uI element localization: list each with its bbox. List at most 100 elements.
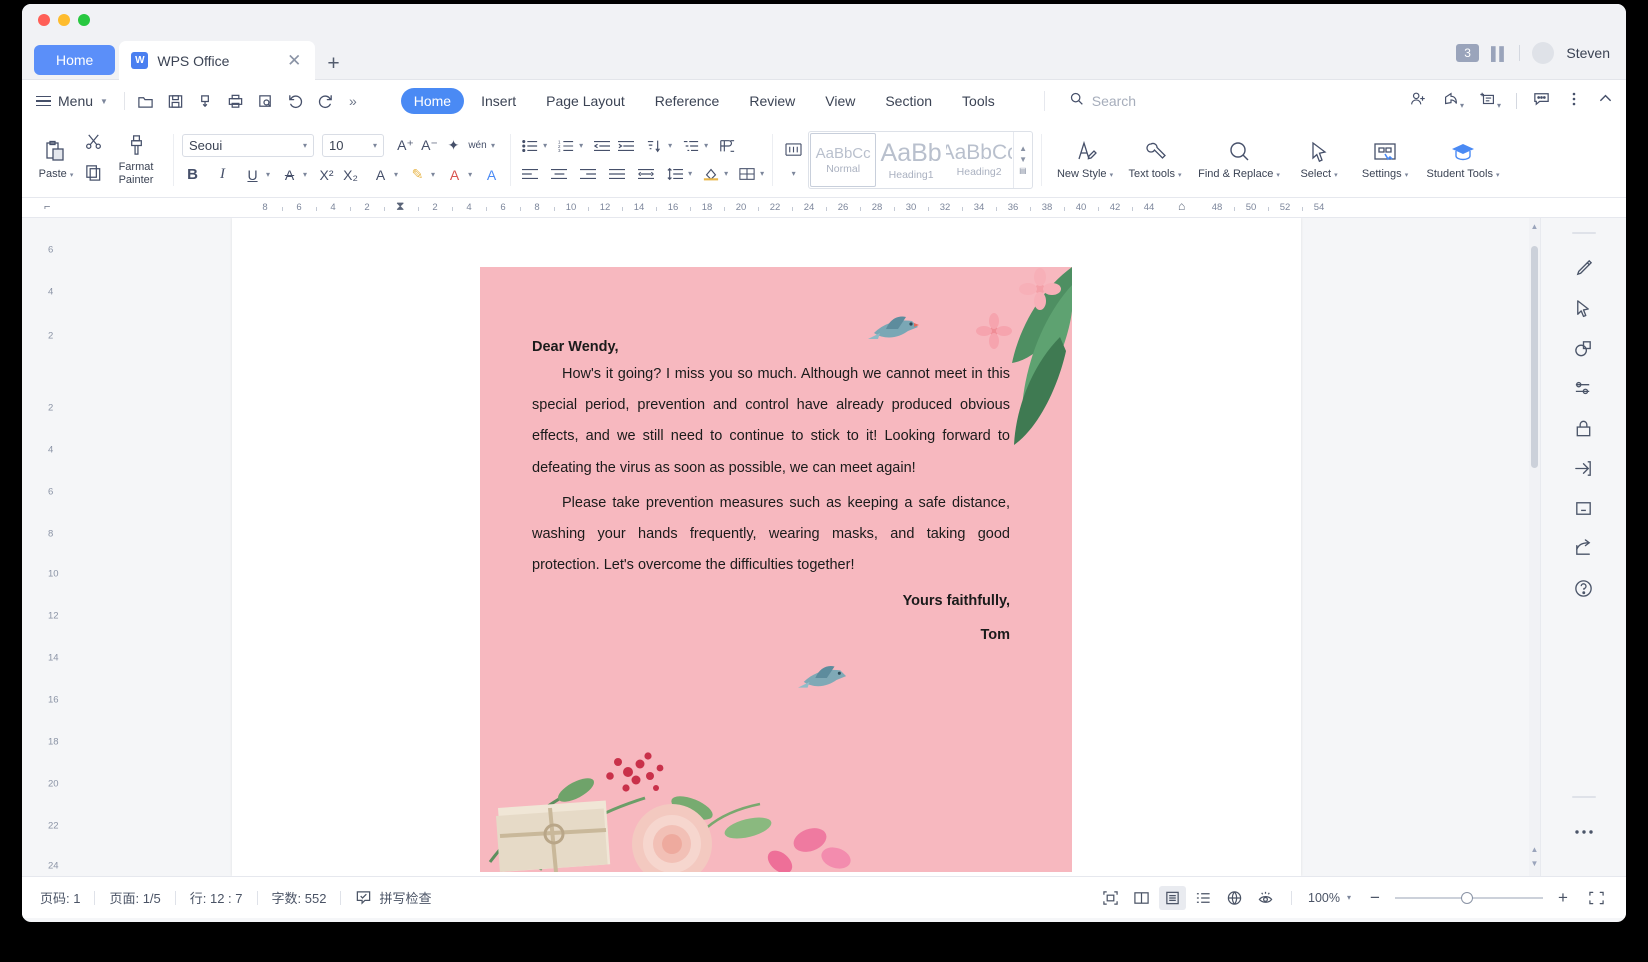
cursor-select-icon[interactable] xyxy=(1564,288,1604,328)
close-window-button[interactable] xyxy=(38,14,50,26)
text-effects-button[interactable]: A xyxy=(370,164,391,185)
line-spacing-icon[interactable] xyxy=(664,163,685,184)
zoom-slider[interactable] xyxy=(1395,891,1543,905)
gallery-scroll-controls[interactable]: ▲ ▼ ▤ xyxy=(1013,131,1032,188)
ribbon-tab-page-layout[interactable]: Page Layout xyxy=(533,88,638,114)
open-icon[interactable] xyxy=(137,93,154,110)
panel-toggle-icon[interactable]: ▌▌ xyxy=(1491,46,1508,61)
superscript-button[interactable]: X² xyxy=(316,164,337,185)
font-size-input[interactable]: 10 ▾ xyxy=(322,134,384,157)
adjust-sliders-icon[interactable] xyxy=(1564,368,1604,408)
save-as-icon[interactable] xyxy=(197,93,214,110)
status-page-of[interactable]: 页面: 1/5 xyxy=(95,888,174,907)
chevron-down-icon[interactable]: ▾ xyxy=(688,169,692,178)
maximize-window-button[interactable] xyxy=(78,14,90,26)
minimize-window-button[interactable] xyxy=(58,14,70,26)
full-screen-view-icon[interactable] xyxy=(1097,886,1124,910)
align-center-icon[interactable] xyxy=(548,163,569,184)
brush-icon[interactable] xyxy=(1564,248,1604,288)
text-tools-button[interactable]: Text tools ▾ xyxy=(1120,139,1190,181)
bold-button[interactable]: B xyxy=(182,164,203,185)
plus-icon[interactable]: + xyxy=(315,53,351,80)
distribute-icon[interactable] xyxy=(635,163,656,184)
vertical-ruler[interactable]: 6 4 2 2 4 6 8 10 12 14 16 18 20 22 24 26… xyxy=(44,218,60,876)
align-left-icon[interactable] xyxy=(519,163,540,184)
font-name-input[interactable]: Seoui ▾ xyxy=(182,134,314,157)
outline-view-icon[interactable] xyxy=(1190,886,1217,910)
ribbon-tab-reference[interactable]: Reference xyxy=(642,88,733,114)
first-line-indent-marker[interactable]: ⧗ xyxy=(396,199,405,214)
avatar[interactable] xyxy=(1532,42,1555,64)
fit-screen-icon[interactable] xyxy=(1583,886,1610,910)
scroll-thumb[interactable] xyxy=(1531,246,1538,468)
plus-icon[interactable]: + xyxy=(1553,888,1573,908)
select-button[interactable]: Select ▾ xyxy=(1288,139,1350,181)
grow-font-icon[interactable]: A⁺ xyxy=(395,135,416,156)
chevron-down-icon[interactable]: ▾ xyxy=(704,141,708,150)
student-tools-button[interactable]: Student Tools ▾ xyxy=(1420,139,1506,181)
line-grid-icon[interactable] xyxy=(785,142,802,162)
chevron-down-icon[interactable]: ▾ xyxy=(579,141,583,150)
strikethrough-button[interactable]: A xyxy=(279,164,300,185)
underline-button[interactable]: U xyxy=(242,164,263,185)
chevron-down-icon[interactable]: ▾ xyxy=(792,169,796,178)
pinyin-guide-icon[interactable]: wén xyxy=(467,135,488,156)
more-chevron-icon[interactable]: » xyxy=(349,93,357,109)
share-icon[interactable]: ▾ xyxy=(1442,90,1464,113)
invite-user-icon[interactable] xyxy=(1409,90,1427,113)
style-heading2[interactable]: AaBbCc Heading2 xyxy=(946,133,1012,187)
chevron-down-icon[interactable]: ▾ xyxy=(266,170,270,179)
reading-view-icon[interactable] xyxy=(1252,886,1279,910)
find-replace-button[interactable]: Find & Replace ▾ xyxy=(1190,139,1288,181)
tab-home[interactable]: Home xyxy=(34,45,116,75)
next-page-icon[interactable]: ▼ xyxy=(1530,859,1539,868)
chevron-down-icon[interactable]: ▾ xyxy=(543,141,547,150)
shrink-font-icon[interactable]: A⁻ xyxy=(419,135,440,156)
web-layout-view-icon[interactable] xyxy=(1221,886,1248,910)
zoom-knob[interactable] xyxy=(1461,891,1473,904)
print-preview-icon[interactable] xyxy=(257,93,274,110)
previous-page-icon[interactable]: ▲ xyxy=(1530,845,1539,854)
user-name[interactable]: Steven xyxy=(1566,45,1610,61)
print-icon[interactable] xyxy=(227,93,244,110)
settings-button[interactable]: Settings ▾ xyxy=(1350,139,1420,181)
horizontal-ruler[interactable]: 8 6 4 2 ⧗ 2 4 6 8 10 12 14 16 18 20 22 2… xyxy=(254,198,1540,218)
tab-wps-office[interactable]: W WPS Office ✕ xyxy=(119,41,316,80)
bullets-icon[interactable] xyxy=(519,135,540,156)
paste-button[interactable]: Paste ▾ xyxy=(32,139,80,181)
ribbon-tab-home[interactable]: Home xyxy=(400,88,465,114)
shapes-icon[interactable] xyxy=(1564,328,1604,368)
multilevel-list-icon[interactable] xyxy=(680,135,701,156)
align-justify-icon[interactable] xyxy=(606,163,627,184)
letter-card[interactable]: Dear Wendy, How's it going? I miss you s… xyxy=(480,267,1072,872)
ribbon-tab-tools[interactable]: Tools xyxy=(949,88,1008,114)
status-word-count[interactable]: 字数: 552 xyxy=(258,888,341,907)
scissors-icon[interactable] xyxy=(84,132,103,156)
right-indent-marker[interactable]: ⌂ xyxy=(1178,199,1187,213)
font-color-button[interactable]: A xyxy=(444,164,465,185)
ribbon-tab-view[interactable]: View xyxy=(812,88,868,114)
chevron-down-icon[interactable]: ▾ xyxy=(668,141,672,150)
collapse-ribbon-icon[interactable] xyxy=(1597,90,1614,112)
chevron-down-icon[interactable]: ▾ xyxy=(468,170,472,179)
expand-gallery-icon[interactable]: ▤ xyxy=(1019,166,1027,175)
chevron-down-icon[interactable]: ▾ xyxy=(394,170,398,179)
chevron-down-icon[interactable]: ▾ xyxy=(760,169,764,178)
minus-icon[interactable]: − xyxy=(1365,888,1385,908)
style-normal[interactable]: AaBbCc Normal xyxy=(810,132,877,187)
share-export-icon[interactable] xyxy=(1564,528,1604,568)
ribbon-tab-review[interactable]: Review xyxy=(736,88,808,114)
chevron-down-icon[interactable]: ▾ xyxy=(491,141,495,150)
copy-icon[interactable] xyxy=(84,163,103,187)
clear-format-icon[interactable]: ✦ xyxy=(443,135,464,156)
save-icon[interactable] xyxy=(167,93,184,110)
spell-check-button[interactable]: 拼写检查 xyxy=(341,888,431,907)
letter-body[interactable]: Dear Wendy, How's it going? I miss you s… xyxy=(532,339,1010,643)
numbering-icon[interactable]: 123 xyxy=(555,135,576,156)
menu-button[interactable]: Menu ▼ xyxy=(36,93,112,109)
new-note-icon[interactable]: ▾ xyxy=(1479,90,1501,113)
format-painter-button[interactable]: Farmat Painter xyxy=(107,133,165,186)
sort-text-icon[interactable] xyxy=(644,135,665,156)
comment-icon[interactable] xyxy=(1532,89,1551,113)
document-page[interactable]: Dear Wendy, How's it going? I miss you s… xyxy=(232,218,1301,876)
